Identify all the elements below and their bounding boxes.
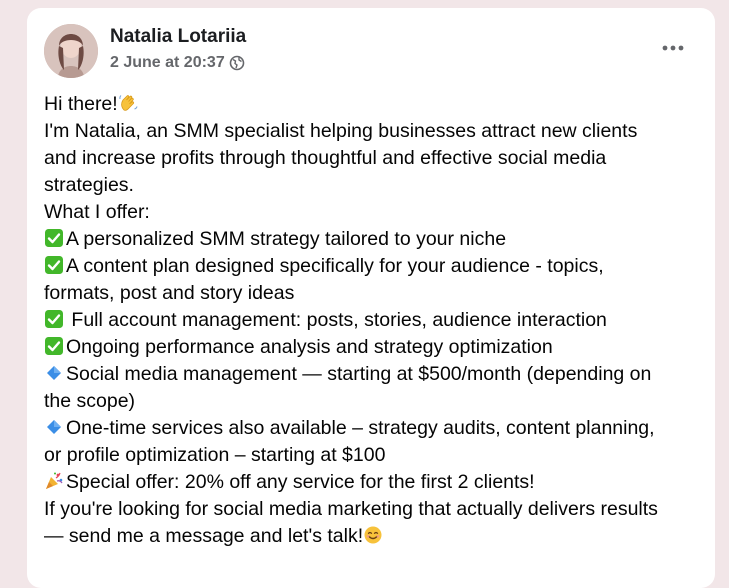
- post-line-text: Hi there!: [44, 93, 118, 115]
- blue-diamond-icon: [44, 417, 64, 437]
- post-line: the scope): [44, 388, 704, 415]
- post-line-text: or profile optimization – starting at $1…: [44, 444, 386, 466]
- post-line: I'm Natalia, an SMM specialist helping b…: [44, 118, 704, 145]
- more-options-button[interactable]: [658, 38, 688, 58]
- post-line-text: Full account management: posts, stories,…: [66, 309, 607, 331]
- post-line: strategies.: [44, 172, 704, 199]
- post-line-text: and increase profits through thoughtful …: [44, 147, 607, 169]
- post-line-text: Special offer: 20% off any service for t…: [66, 471, 535, 493]
- post-line: and increase profits through thoughtful …: [44, 145, 704, 172]
- post-text: Hi there! I'm Natalia, an SMM specialist …: [44, 91, 704, 550]
- post-line-text: I'm Natalia, an SMM specialist helping b…: [44, 120, 638, 142]
- post-line-text: A content plan designed specifically for…: [66, 255, 604, 277]
- globe-icon[interactable]: [229, 55, 245, 71]
- post-line-text: formats, post and story ideas: [44, 282, 295, 304]
- party-popper-icon: [44, 471, 64, 491]
- waving-hand-icon: [118, 93, 138, 113]
- check-mark-icon: [44, 255, 64, 275]
- post-line-text: Ongoing performance analysis and strateg…: [66, 336, 553, 358]
- post-line-text: the scope): [44, 390, 136, 412]
- post-line-text: Social media management — starting at $5…: [66, 363, 652, 385]
- check-mark-icon: [44, 228, 64, 248]
- post-card: Natalia Lotariia 2 June at 20:37 Hi ther…: [27, 8, 715, 588]
- post-line: or profile optimization – starting at $1…: [44, 442, 704, 469]
- post-line-text: One-time services also available – strat…: [66, 417, 655, 439]
- post-line-text: If you're looking for social media marke…: [44, 498, 658, 520]
- post-line: A content plan designed specifically for…: [44, 253, 704, 280]
- post-line: If you're looking for social media marke…: [44, 496, 704, 523]
- check-mark-icon: [44, 309, 64, 329]
- author-name[interactable]: Natalia Lotariia: [110, 26, 246, 48]
- avatar-photo: [44, 24, 98, 78]
- post-meta: 2 June at 20:37: [110, 54, 245, 72]
- post-line-text: strategies.: [44, 174, 134, 196]
- check-mark-icon: [44, 336, 64, 356]
- post-line: Special offer: 20% off any service for t…: [44, 469, 704, 496]
- post-line: Ongoing performance analysis and strateg…: [44, 334, 704, 361]
- post-line: formats, post and story ideas: [44, 280, 704, 307]
- blue-diamond-icon: [44, 363, 64, 383]
- post-line-text: What I offer:: [44, 201, 150, 223]
- post-line: One-time services also available – strat…: [44, 415, 704, 442]
- post-line: What I offer:: [44, 199, 704, 226]
- post-line: — send me a message and let's talk!: [44, 523, 704, 550]
- post-line: Hi there!: [44, 91, 704, 118]
- post-line: Social media management — starting at $5…: [44, 361, 704, 388]
- post-line: Full account management: posts, stories,…: [44, 307, 704, 334]
- author-avatar[interactable]: [44, 24, 98, 78]
- post-timestamp[interactable]: 2 June at 20:37: [110, 54, 225, 72]
- more-horizontal-icon: [662, 45, 684, 51]
- post-line-text: — send me a message and let's talk!: [44, 525, 364, 547]
- post-line-text: A personalized SMM strategy tailored to …: [66, 228, 507, 250]
- smiling-face-icon: [363, 525, 383, 545]
- post-line: A personalized SMM strategy tailored to …: [44, 226, 704, 253]
